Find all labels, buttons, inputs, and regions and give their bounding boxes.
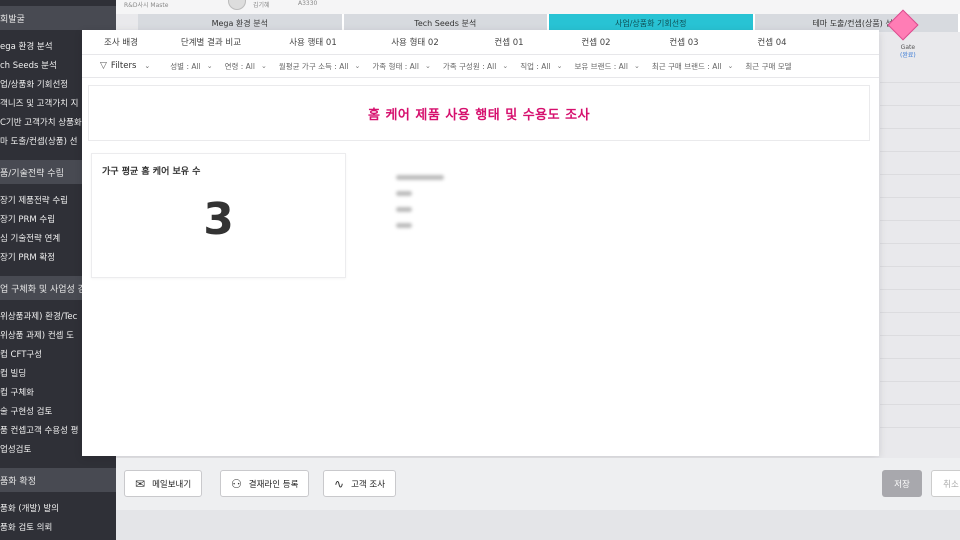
chevron-down-icon: ⌄ [206,62,213,70]
filters-label: Filters [110,61,137,71]
customer-survey-label: 고객 조사 [351,479,386,490]
filter-label: 보유 브랜드 : All [574,61,628,71]
kpi-card: 가구 평균 홈 케어 보유 수 3 [91,153,346,278]
funnel-icon: ▽ [100,61,107,71]
filter-label: 월평균 가구 소득 : All [278,61,349,71]
tab-item[interactable]: 컨셉 04 [728,36,816,48]
kpi-label: 가구 평균 홈 케어 보유 수 [102,167,201,177]
tab-bar: 조사 배경 단계별 결과 비교 사용 행태 01 사용 형태 02 컨셉 01 컨셉 02… [82,30,879,55]
filter-dropdown[interactable]: 월평균 가구 소득 : All ⌄ [279,61,361,72]
footer-strip [116,510,960,540]
chevron-down-icon: ⌄ [424,62,431,70]
tab-item[interactable]: 컨셉 01 [466,36,552,48]
sidebar-item[interactable]: 품화 검토 의뢰 [0,517,116,536]
chevron-down-icon: ⌄ [727,62,734,70]
user-code: A3330 [298,0,318,7]
user-name: 김기혜 [253,2,270,9]
filter-label: 가족 형태 : All [372,61,419,71]
report-content: 홈 케어 제품 사용 행태 및 수용도 조사 가구 평균 홈 케어 보유 수 3 [88,85,870,449]
chevron-down-icon: ⌄ [633,62,640,70]
tab-item[interactable]: 조사 배경 [82,36,160,48]
report-title-box: 홈 케어 제품 사용 행태 및 수용도 조사 [88,85,870,141]
filters-toggle[interactable]: ▽ Filters ⌄ [100,61,150,71]
filter-label: 최근 구매 모델 [745,61,792,71]
person-icon: ⚇ [231,476,242,491]
chevron-down-icon: ⌄ [502,62,509,70]
cancel-button[interactable]: 취소 [931,470,960,497]
user-role: R&D사시 Maste [124,2,169,9]
filter-label: 연령 : All [224,61,255,71]
filter-label: 성별 : All [170,61,201,71]
filter-label: 최근 구매 브랜드 : All [651,61,722,71]
gate-label: Gate (완료) [900,44,916,60]
mail-icon: ✉ [135,476,146,491]
sidebar-item[interactable]: 품화 (개발) 발의 [0,498,116,517]
filter-bar: ▽ Filters ⌄ 성별 : All ⌄ 연령 : All ⌄ 월평균 가구 소득 … [82,55,879,78]
register-approval-button[interactable]: ⚇ 결재라인 등록 [220,470,310,497]
action-bar: ✉ 메일보내기 ⚇ 결재라인 등록 ∿ 고객 조사 저장 취소 [116,458,960,540]
sidebar-section[interactable]: 품화 확정 [0,468,116,492]
tab-item[interactable]: 컨셉 03 [640,36,728,48]
filter-dropdown[interactable]: 최근 구매 모델 [745,61,791,72]
sidebar-section[interactable]: 회발굴 [0,6,116,30]
send-email-button[interactable]: ✉ 메일보내기 [124,470,203,497]
tab-item[interactable]: 단계별 결과 비교 [160,36,262,48]
survey-modal: 조사 배경 단계별 결과 비교 사용 행태 01 사용 형태 02 컨셉 01 컨셉 02… [82,30,879,456]
report-title: 홈 케어 제품 사용 행태 및 수용도 조사 [367,107,591,123]
chevron-down-icon: ⌄ [260,62,267,70]
register-approval-label: 결재라인 등록 [248,479,299,490]
tab-item[interactable]: 컨셉 02 [552,36,640,48]
tab-item[interactable]: 사용 행태 01 [262,36,364,48]
filter-dropdown[interactable]: 연령 : All ⌄ [225,61,267,72]
chevron-down-icon: ⌄ [354,62,361,70]
bg-header: R&D사시 Maste 김기혜 A3330 [116,0,960,14]
save-button[interactable]: 저장 [882,470,922,497]
chevron-down-icon: ⌄ [556,62,563,70]
customer-survey-button[interactable]: ∿ 고객 조사 [323,470,397,497]
send-email-label: 메일보내기 [152,479,192,490]
kpi-value: 3 [203,194,234,245]
filter-dropdown[interactable]: 최근 구매 브랜드 : All ⌄ [652,61,734,72]
tab-item[interactable]: 사용 형태 02 [364,36,466,48]
avatar[interactable] [228,0,246,10]
filter-dropdown[interactable]: 가족 구성원 : All ⌄ [443,61,508,72]
gate-status: (완료) [900,52,916,59]
trend-line-icon: ∿ [334,476,345,491]
bg-table [880,60,960,460]
chevron-down-icon: ⌄ [144,62,151,70]
filter-dropdown[interactable]: 보유 브랜드 : All ⌄ [574,61,639,72]
gate-text: Gate [900,44,916,51]
filter-dropdown[interactable]: 가족 형태 : All ⌄ [372,61,430,72]
filter-label: 가족 구성원 : All [442,61,497,71]
blurred-legend [396,175,444,239]
filter-dropdown[interactable]: 직업 : All ⌄ [520,61,562,72]
filter-dropdown[interactable]: 성별 : All ⌄ [170,61,212,72]
filter-label: 직업 : All [520,61,551,71]
